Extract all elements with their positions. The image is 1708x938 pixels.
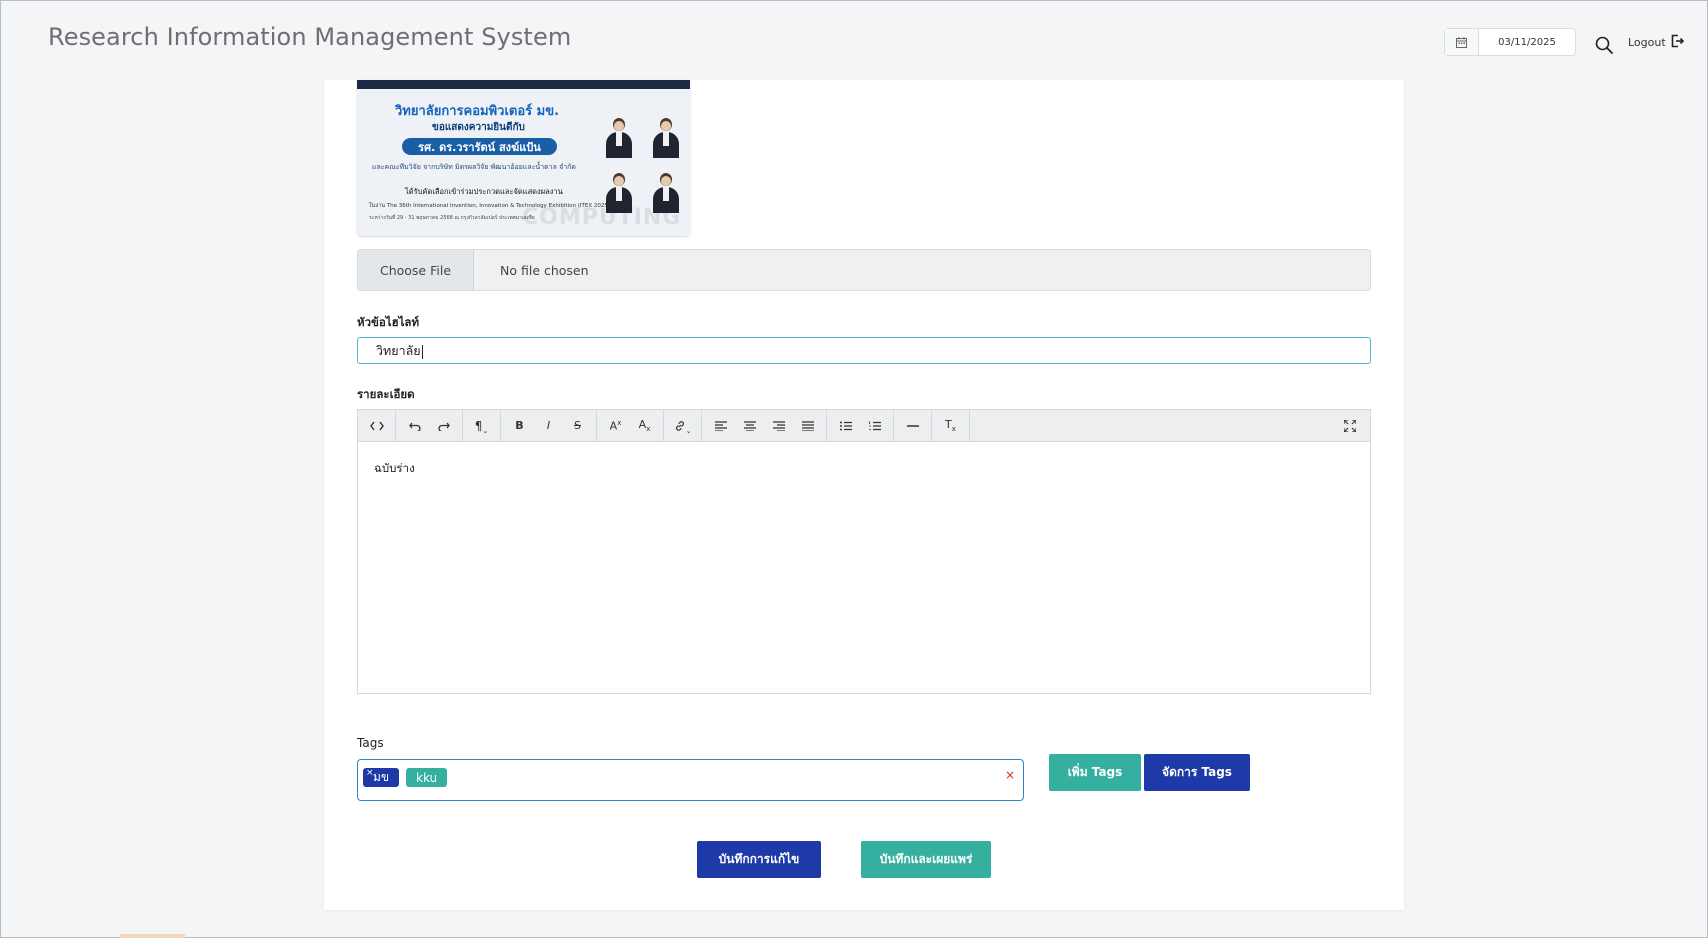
align-center-icon[interactable] [735, 411, 764, 440]
logout-label: Logout [1628, 36, 1666, 49]
portrait-photo [649, 116, 683, 158]
tag-chip[interactable]: kku [406, 768, 448, 787]
tag-remove-icon[interactable]: × [366, 768, 374, 778]
headline-input[interactable]: วิทยาลัย [357, 337, 1371, 364]
superscript-icon[interactable]: Ax [601, 411, 630, 440]
banner-line4: ระหว่างวันที่ 29 - 31 พฤษภาคม 2568 ณ กรุ… [369, 215, 535, 221]
save-publish-button[interactable]: บันทึกและเผยแพร่ [861, 841, 991, 878]
code-view-icon[interactable] [362, 411, 391, 440]
banner-top-strip [357, 80, 690, 89]
detail-label: รายละเอียด [357, 387, 415, 401]
portrait-photo [602, 171, 636, 213]
link-icon[interactable]: ⌄ [668, 411, 697, 440]
portrait-photo [649, 171, 683, 213]
file-status: No file chosen [500, 262, 589, 278]
save-edit-button[interactable]: บันทึกการแก้ไข [697, 841, 821, 878]
banner-image-preview: วิทยาลัยการคอมพิวเตอร์ มข. ขอแสดงความยิน… [357, 80, 690, 236]
tag-label: kku [416, 770, 438, 785]
strikethrough-icon[interactable]: S [563, 411, 592, 440]
rich-text-editor[interactable]: ¶ ⌄ B I S Ax Ax ⌄ Tx ฉบับร่าง [357, 409, 1371, 694]
file-input[interactable]: Choose File No file chosen [357, 249, 1371, 291]
editor-toolbar: ¶ ⌄ B I S Ax Ax ⌄ Tx [358, 410, 1370, 442]
banner-line2: ได้รับคัดเลือกเข้าร่วมประกวดและจัดแสดงผล… [405, 187, 563, 196]
choose-file-button[interactable]: Choose File [358, 250, 474, 290]
bottom-scroll-strip [120, 934, 185, 938]
banner-line1: และคณะทีมวิจัย จากบริษัท มิตรผลวิจัย พัฒ… [372, 163, 576, 171]
portrait-photo [602, 116, 636, 158]
horizontal-rule-icon[interactable] [898, 411, 927, 440]
tags-input[interactable]: × มข kku × [357, 759, 1024, 801]
tags-label: Tags [357, 736, 384, 750]
add-tags-button[interactable]: เพิ่ม Tags [1049, 754, 1141, 791]
align-left-icon[interactable] [706, 411, 735, 440]
logout-icon [1670, 34, 1684, 51]
editor-content[interactable]: ฉบับร่าง [358, 442, 1370, 496]
bullet-list-icon[interactable] [831, 411, 860, 440]
app-title: Research Information Management System [48, 23, 572, 51]
paragraph-icon[interactable]: ¶ ⌄ [467, 411, 496, 440]
subscript-icon[interactable]: Ax [630, 411, 659, 440]
align-justify-icon[interactable] [793, 411, 822, 440]
fullscreen-icon[interactable] [1335, 411, 1364, 440]
search-icon[interactable] [1594, 35, 1614, 55]
align-right-icon[interactable] [764, 411, 793, 440]
bold-icon[interactable]: B [505, 411, 534, 440]
numbered-list-icon[interactable] [860, 411, 889, 440]
redo-icon[interactable] [429, 411, 458, 440]
italic-icon[interactable]: I [534, 411, 563, 440]
banner-title: วิทยาลัยการคอมพิวเตอร์ มข. [395, 104, 560, 119]
tag-label: มข [373, 770, 390, 784]
calendar-icon[interactable] [1445, 29, 1479, 55]
logout-button[interactable]: Logout [1628, 34, 1684, 51]
tag-chip[interactable]: × มข [363, 768, 400, 787]
clear-format-icon[interactable]: Tx [936, 411, 965, 440]
banner-subtitle: ขอแสดงความยินดีกับ [432, 122, 525, 133]
undo-icon[interactable] [400, 411, 429, 440]
headline-value: วิทยาลัย [376, 343, 421, 358]
headline-label: หัวข้อไฮไลท์ [357, 315, 420, 329]
date-picker[interactable]: 03/11/2025 [1444, 28, 1576, 56]
date-value[interactable]: 03/11/2025 [1479, 29, 1575, 55]
manage-tags-button[interactable]: จัดการ Tags [1144, 754, 1250, 791]
banner-name-pill: รศ. ดร.วรารัตน์ สงฆ์แป้น [402, 138, 557, 155]
clear-tags-icon[interactable]: × [1005, 768, 1015, 782]
